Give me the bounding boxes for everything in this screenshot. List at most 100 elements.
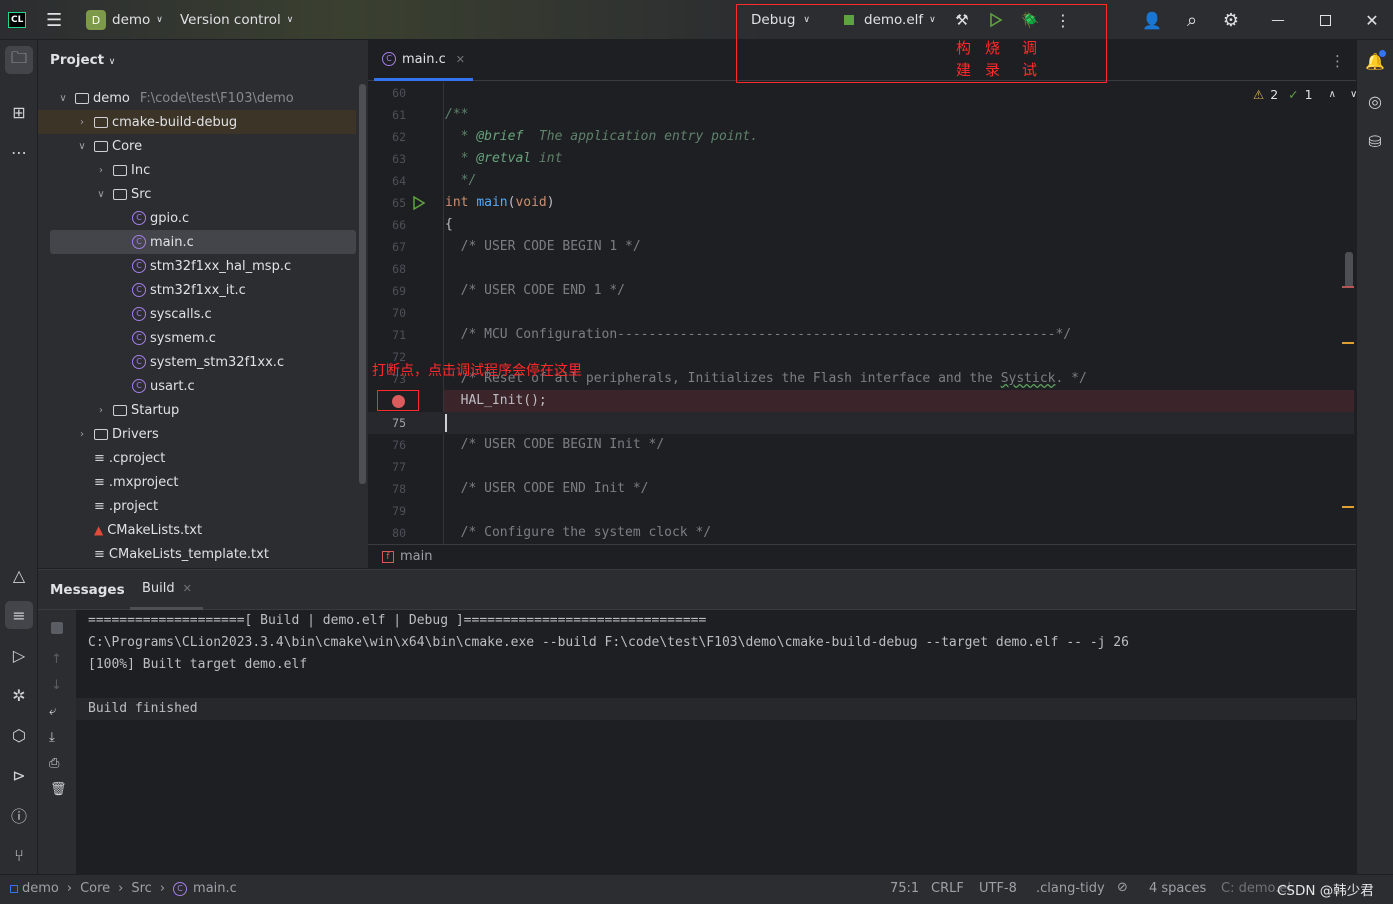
line-number[interactable]: 76: [368, 434, 406, 456]
close-tab-icon[interactable]: ✕: [456, 53, 465, 66]
stop-icon[interactable]: [51, 622, 63, 634]
tab-main-c[interactable]: Cmain.c ✕: [374, 40, 473, 81]
line-number[interactable]: 64: [368, 170, 406, 192]
file-encoding[interactable]: UTF-8: [979, 881, 1017, 896]
search-icon[interactable]: ⌕: [1181, 0, 1203, 40]
line-number[interactable]: 61: [368, 104, 406, 126]
tree-item-label: sysmem.c: [150, 330, 216, 346]
project-switcher[interactable]: D demo ∨: [86, 0, 163, 40]
tree-item[interactable]: ≡ .mxproject: [38, 470, 356, 494]
cmake-icon[interactable]: △: [5, 561, 33, 589]
tree-item[interactable]: › Startup: [38, 398, 356, 422]
trash-icon[interactable]: 🗑: [50, 782, 67, 797]
tree-item[interactable]: ≡ .project: [38, 494, 356, 518]
line-number[interactable]: 62: [368, 126, 406, 148]
messages-icon[interactable]: ≡: [5, 601, 33, 629]
soft-wrap-icon[interactable]: ⤶: [49, 704, 56, 719]
tree-item[interactable]: ▲ CMakeLists.txt: [38, 518, 356, 542]
close-button[interactable]: ✕: [1362, 0, 1382, 40]
tree-item[interactable]: ∨ Core: [38, 134, 356, 158]
project-panel-title[interactable]: Project ∨: [50, 52, 115, 68]
project-tool-icon[interactable]: 🗀: [5, 46, 33, 74]
chevron-down-icon[interactable]: ∨: [56, 93, 70, 104]
run-tool-icon[interactable]: ▷: [5, 641, 33, 669]
tree-item[interactable]: ∨ Src: [38, 182, 356, 206]
main-menu-icon[interactable]: ☰: [46, 0, 62, 40]
notifications-bell-icon[interactable]: 🔔: [1361, 47, 1389, 75]
code-area[interactable]: 60 61 /** 62 * @brief The application entry…: [368, 82, 1356, 544]
down-arrow-icon[interactable]: ↓: [51, 678, 62, 693]
line-separator[interactable]: CRLF: [931, 881, 964, 896]
tree-item[interactable]: ≡ .cproject: [38, 446, 356, 470]
editor-breadcrumb[interactable]: f main: [368, 544, 1356, 568]
add-user-icon[interactable]: 👤: [1141, 0, 1163, 40]
tree-item[interactable]: Csysmem.c: [38, 326, 356, 350]
up-arrow-icon[interactable]: ↑: [51, 652, 62, 667]
tree-item[interactable]: ∨ demo F:\code\test\F103\demo: [38, 86, 356, 110]
database-icon[interactable]: ⛁: [1361, 127, 1389, 155]
line-number[interactable]: 69: [368, 280, 406, 302]
editor-options-icon[interactable]: ⋮: [1330, 52, 1345, 70]
crumb-main-c[interactable]: main.c: [193, 881, 237, 896]
line-number[interactable]: 67: [368, 236, 406, 258]
structure-icon[interactable]: ⊞: [5, 98, 33, 126]
maximize-button[interactable]: [1315, 0, 1335, 40]
inspection-off-icon[interactable]: ⊘: [1117, 880, 1128, 895]
chevron-right-icon[interactable]: ›: [75, 117, 89, 128]
tree-item[interactable]: ≡ CMakeLists_template.txt: [38, 542, 356, 566]
tree-item[interactable]: Cstm32f1xx_it.c: [38, 278, 356, 302]
tree-item[interactable]: › Drivers: [38, 422, 356, 446]
chevron-right-icon[interactable]: ›: [94, 165, 108, 176]
tree-item[interactable]: Csystem_stm32f1xx.c: [38, 350, 356, 374]
line-number[interactable]: 70: [368, 302, 406, 324]
terminal-icon[interactable]: ⊳: [5, 761, 33, 789]
chevron-down-icon[interactable]: ∨: [94, 189, 108, 200]
scroll-to-end-icon[interactable]: ⤓: [49, 730, 55, 745]
chevron-right-icon[interactable]: ›: [75, 429, 89, 440]
crumb-src[interactable]: Src: [131, 881, 151, 896]
linter-status[interactable]: .clang-tidy: [1036, 881, 1105, 896]
line-number[interactable]: 65: [368, 192, 406, 214]
tree-item[interactable]: › cmake-build-debug: [38, 110, 356, 134]
chevron-down-icon[interactable]: ∨: [75, 141, 89, 152]
tree-item[interactable]: Csyscalls.c: [38, 302, 356, 326]
line-number[interactable]: 79: [368, 500, 406, 522]
crumb-core[interactable]: Core: [80, 881, 110, 896]
tab-build[interactable]: Build ✕: [130, 570, 203, 610]
ai-assistant-icon[interactable]: ◎: [1361, 87, 1389, 115]
line-number[interactable]: 80: [368, 522, 406, 544]
folder-icon: [113, 164, 127, 176]
chevron-right-icon[interactable]: ›: [94, 405, 108, 416]
line-number[interactable]: 78: [368, 478, 406, 500]
line-number[interactable]: 63: [368, 148, 406, 170]
module-icon: [10, 884, 18, 893]
line-number[interactable]: 75: [368, 412, 406, 434]
services-icon[interactable]: ⬡: [5, 721, 33, 749]
print-icon[interactable]: ⎙: [49, 756, 59, 771]
line-number[interactable]: 77: [368, 456, 406, 478]
tree-item[interactable]: Cusart.c: [38, 374, 356, 398]
crumb-demo[interactable]: demo: [22, 881, 59, 896]
close-tab-icon[interactable]: ✕: [183, 582, 192, 595]
problems-icon[interactable]: ⓘ: [5, 801, 33, 829]
minimize-button[interactable]: —: [1268, 0, 1288, 40]
indent-setting[interactable]: 4 spaces: [1149, 881, 1206, 896]
git-icon[interactable]: ⑂: [5, 841, 33, 869]
gear-icon[interactable]: ⚙: [1220, 0, 1242, 40]
tree-item[interactable]: Cstm32f1xx_hal_msp.c: [38, 254, 356, 278]
line-number[interactable]: 71: [368, 324, 406, 346]
line-number[interactable]: 60: [368, 82, 406, 104]
debug-tool-icon[interactable]: ✲: [5, 681, 33, 709]
tree-item[interactable]: › Inc: [38, 158, 356, 182]
caret-position[interactable]: 75:1: [890, 881, 919, 896]
run-gutter-icon[interactable]: [412, 195, 426, 214]
editor-scrollbar[interactable]: [1345, 252, 1353, 288]
tree-scrollbar[interactable]: [359, 84, 366, 484]
more-tools-icon[interactable]: ⋯: [5, 138, 33, 166]
tree-item[interactable]: Cgpio.c: [38, 206, 356, 230]
line-number[interactable]: 68: [368, 258, 406, 280]
version-control-menu[interactable]: Version control ∨: [180, 0, 293, 40]
line-number[interactable]: 66: [368, 214, 406, 236]
tree-item[interactable]: Cmain.c: [50, 230, 356, 254]
